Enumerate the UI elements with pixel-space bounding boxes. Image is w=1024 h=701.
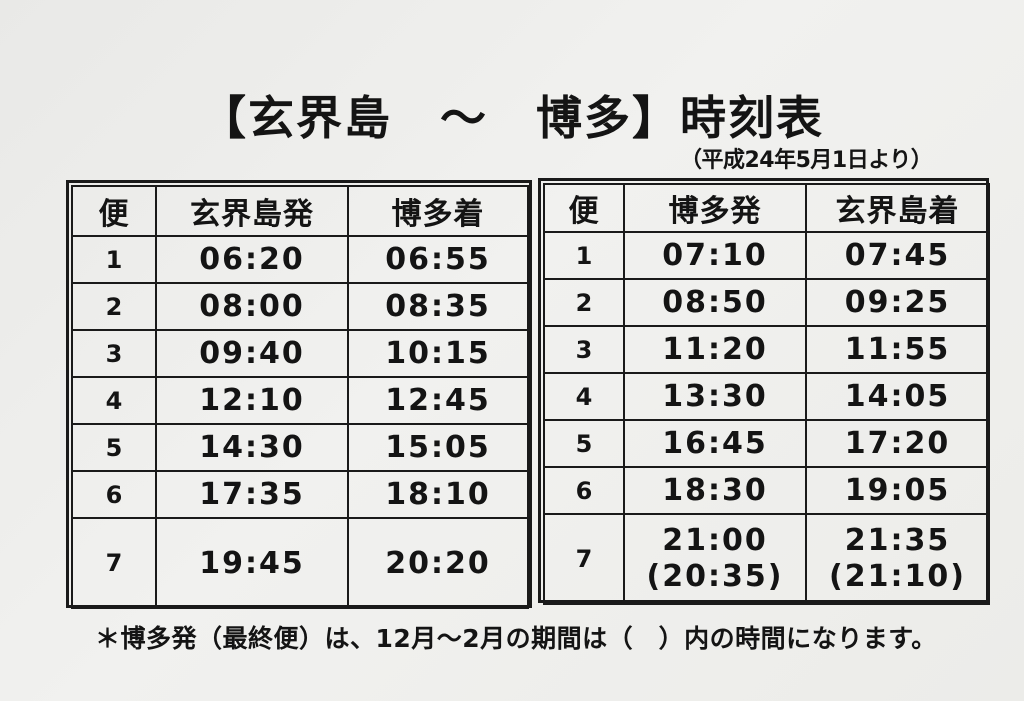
departure-time: 07:10 bbox=[623, 231, 807, 280]
arrival-time: 12:45 bbox=[347, 376, 529, 425]
timetable-right: 便 博多発 玄界島着 1 07:10 07:45 2 08:50 09:25 3… bbox=[543, 183, 990, 605]
arrival-time: 20:20 bbox=[347, 517, 529, 609]
page-title: 【玄界島 ～ 博多】時刻表 bbox=[200, 91, 824, 145]
arrival-time: 19:05 bbox=[805, 466, 990, 515]
winter-arrival-time: (21:10) bbox=[829, 559, 966, 594]
trip-number: 4 bbox=[71, 376, 157, 425]
table-row: 5 16:45 17:20 bbox=[543, 419, 990, 468]
header-departure: 博多発 bbox=[623, 183, 807, 233]
departure-time: 12:10 bbox=[155, 376, 349, 425]
arrival-time: 10:15 bbox=[347, 329, 529, 378]
effective-date: （平成24年5月1日より） bbox=[680, 148, 933, 173]
trip-number: 4 bbox=[543, 372, 625, 421]
header-trip: 便 bbox=[71, 185, 157, 237]
departure-time: 16:45 bbox=[623, 419, 807, 468]
departure-time: 13:30 bbox=[623, 372, 807, 421]
trip-number: 5 bbox=[543, 419, 625, 468]
arrival-time: 21:35 bbox=[844, 523, 951, 558]
departure-time: 18:30 bbox=[623, 466, 807, 515]
trip-number: 1 bbox=[543, 231, 625, 280]
trip-number: 2 bbox=[543, 278, 625, 327]
departure-time: 08:00 bbox=[155, 282, 349, 331]
arrival-time: 07:45 bbox=[805, 231, 990, 280]
arrival-time: 14:05 bbox=[805, 372, 990, 421]
arrival-time: 11:55 bbox=[805, 325, 990, 374]
arrival-time: 09:25 bbox=[805, 278, 990, 327]
departure-time: 09:40 bbox=[155, 329, 349, 378]
table-row: 7 19:45 20:20 bbox=[71, 517, 529, 609]
table-row: 3 11:20 11:55 bbox=[543, 325, 990, 374]
timetable-left: 便 玄界島発 博多着 1 06:20 06:55 2 08:00 08:35 3… bbox=[71, 185, 529, 609]
departure-time: 08:50 bbox=[623, 278, 807, 327]
table-row: 2 08:00 08:35 bbox=[71, 282, 529, 331]
trip-number: 1 bbox=[71, 235, 157, 284]
departure-time: 06:20 bbox=[155, 235, 349, 284]
departure-time: 21:00 bbox=[662, 523, 768, 558]
table-row: 4 13:30 14:05 bbox=[543, 372, 990, 421]
header-arrival: 博多着 bbox=[347, 185, 529, 237]
arrival-time-cell: 21:35 (21:10) bbox=[805, 513, 990, 605]
trip-number: 2 bbox=[71, 282, 157, 331]
arrival-time: 18:10 bbox=[347, 470, 529, 519]
table-row: 3 09:40 10:15 bbox=[71, 329, 529, 378]
table-row: 2 08:50 09:25 bbox=[543, 278, 990, 327]
table-header-row: 便 玄界島発 博多着 bbox=[71, 185, 529, 237]
timetable-hakata-to-genkaijima: 便 博多発 玄界島着 1 07:10 07:45 2 08:50 09:25 3… bbox=[538, 178, 990, 605]
table-row: 5 14:30 15:05 bbox=[71, 423, 529, 472]
table-row: 6 17:35 18:10 bbox=[71, 470, 529, 519]
departure-time: 17:35 bbox=[155, 470, 349, 519]
header-departure: 玄界島発 bbox=[155, 185, 349, 237]
trip-number: 5 bbox=[71, 423, 157, 472]
trip-number: 3 bbox=[543, 325, 625, 374]
table-header-row: 便 博多発 玄界島着 bbox=[543, 183, 990, 233]
departure-time: 19:45 bbox=[155, 517, 349, 609]
departure-time-cell: 21:00 (20:35) bbox=[623, 513, 807, 605]
trip-number: 3 bbox=[71, 329, 157, 378]
trip-number: 7 bbox=[71, 517, 157, 609]
arrival-time: 15:05 bbox=[347, 423, 529, 472]
table-row: 6 18:30 19:05 bbox=[543, 466, 990, 515]
arrival-time: 08:35 bbox=[347, 282, 529, 331]
departure-time: 14:30 bbox=[155, 423, 349, 472]
footnote: ＊博多発（最終便）は、12月～2月の期間は（ ）内の時間になります。 bbox=[95, 624, 937, 653]
trip-number: 7 bbox=[543, 513, 625, 605]
departure-time: 11:20 bbox=[623, 325, 807, 374]
header-arrival: 玄界島着 bbox=[805, 183, 990, 233]
table-row: 4 12:10 12:45 bbox=[71, 376, 529, 425]
table-row: 1 06:20 06:55 bbox=[71, 235, 529, 284]
table-row: 1 07:10 07:45 bbox=[543, 231, 990, 280]
timetable-genkaijima-to-hakata: 便 玄界島発 博多着 1 06:20 06:55 2 08:00 08:35 3… bbox=[66, 180, 532, 609]
winter-departure-time: (20:35) bbox=[646, 559, 784, 594]
trip-number: 6 bbox=[543, 466, 625, 515]
table-row: 7 21:00 (20:35) 21:35 (21:10) bbox=[543, 513, 990, 605]
trip-number: 6 bbox=[71, 470, 157, 519]
header-trip: 便 bbox=[543, 183, 625, 233]
arrival-time: 17:20 bbox=[805, 419, 990, 468]
arrival-time: 06:55 bbox=[347, 235, 529, 284]
